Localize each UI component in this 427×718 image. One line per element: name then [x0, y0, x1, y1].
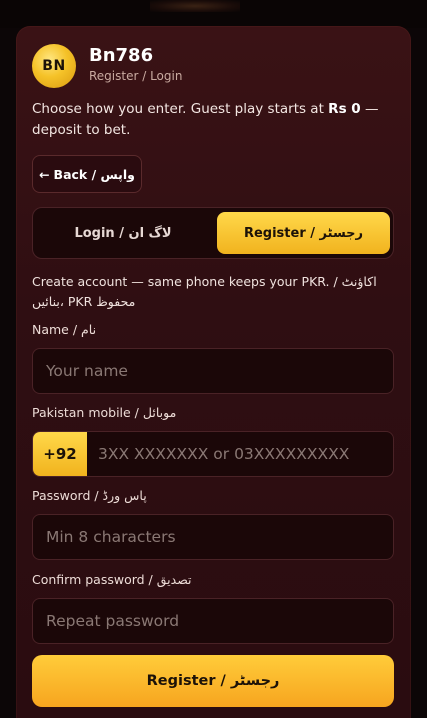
- back-arrow-icon: ←: [39, 166, 50, 182]
- back-button[interactable]: ← Back / واپس: [32, 155, 142, 193]
- top-banner-strip: [0, 0, 427, 28]
- tab-login-label: Login / لاگ ان: [74, 225, 172, 241]
- name-input[interactable]: [33, 349, 393, 393]
- mobile-label: Pakistan mobile / موبائل: [32, 405, 177, 420]
- guest-amount: Rs 0: [328, 101, 361, 117]
- brand-logo: BN: [32, 44, 76, 88]
- back-button-label: Back / واپس: [53, 166, 135, 182]
- register-submit-label: Register / رجسٹر: [146, 673, 280, 689]
- mobile-field: +92: [32, 431, 394, 477]
- name-label: Name / نام: [32, 322, 97, 337]
- brand-name: Bn786: [89, 45, 154, 66]
- intro-text-before: Choose how you enter. Guest play starts …: [32, 101, 329, 117]
- brand-logo-text: BN: [42, 58, 66, 74]
- register-hint: Create account — same phone keeps your P…: [32, 274, 377, 309]
- tab-login[interactable]: Login / لاگ ان: [37, 212, 209, 254]
- confirm-password-field: [32, 598, 394, 644]
- confirm-password-label: Confirm password / تصدیق: [32, 572, 192, 587]
- password-label: Password / پاس ورڈ: [32, 488, 147, 503]
- banner-image-fragment: [150, 0, 240, 12]
- password-input[interactable]: [33, 515, 393, 559]
- country-code-prefix: +92: [33, 432, 87, 476]
- intro-text: Choose how you enter. Guest play starts …: [32, 99, 382, 141]
- tab-register-label: Register / رجسٹر: [243, 225, 364, 241]
- confirm-password-input[interactable]: [33, 599, 393, 643]
- mobile-input[interactable]: [87, 432, 393, 476]
- screen: BN Bn786 Register / Login Choose how you…: [0, 0, 427, 718]
- password-field: [32, 514, 394, 560]
- auth-mode-tabs: Login / لاگ ان Register / رجسٹر: [32, 207, 394, 259]
- brand-subtitle: Register / Login: [89, 69, 183, 83]
- tab-register[interactable]: Register / رجسٹر: [217, 212, 390, 254]
- name-field: [32, 348, 394, 394]
- register-submit-button[interactable]: Register / رجسٹر: [32, 655, 394, 707]
